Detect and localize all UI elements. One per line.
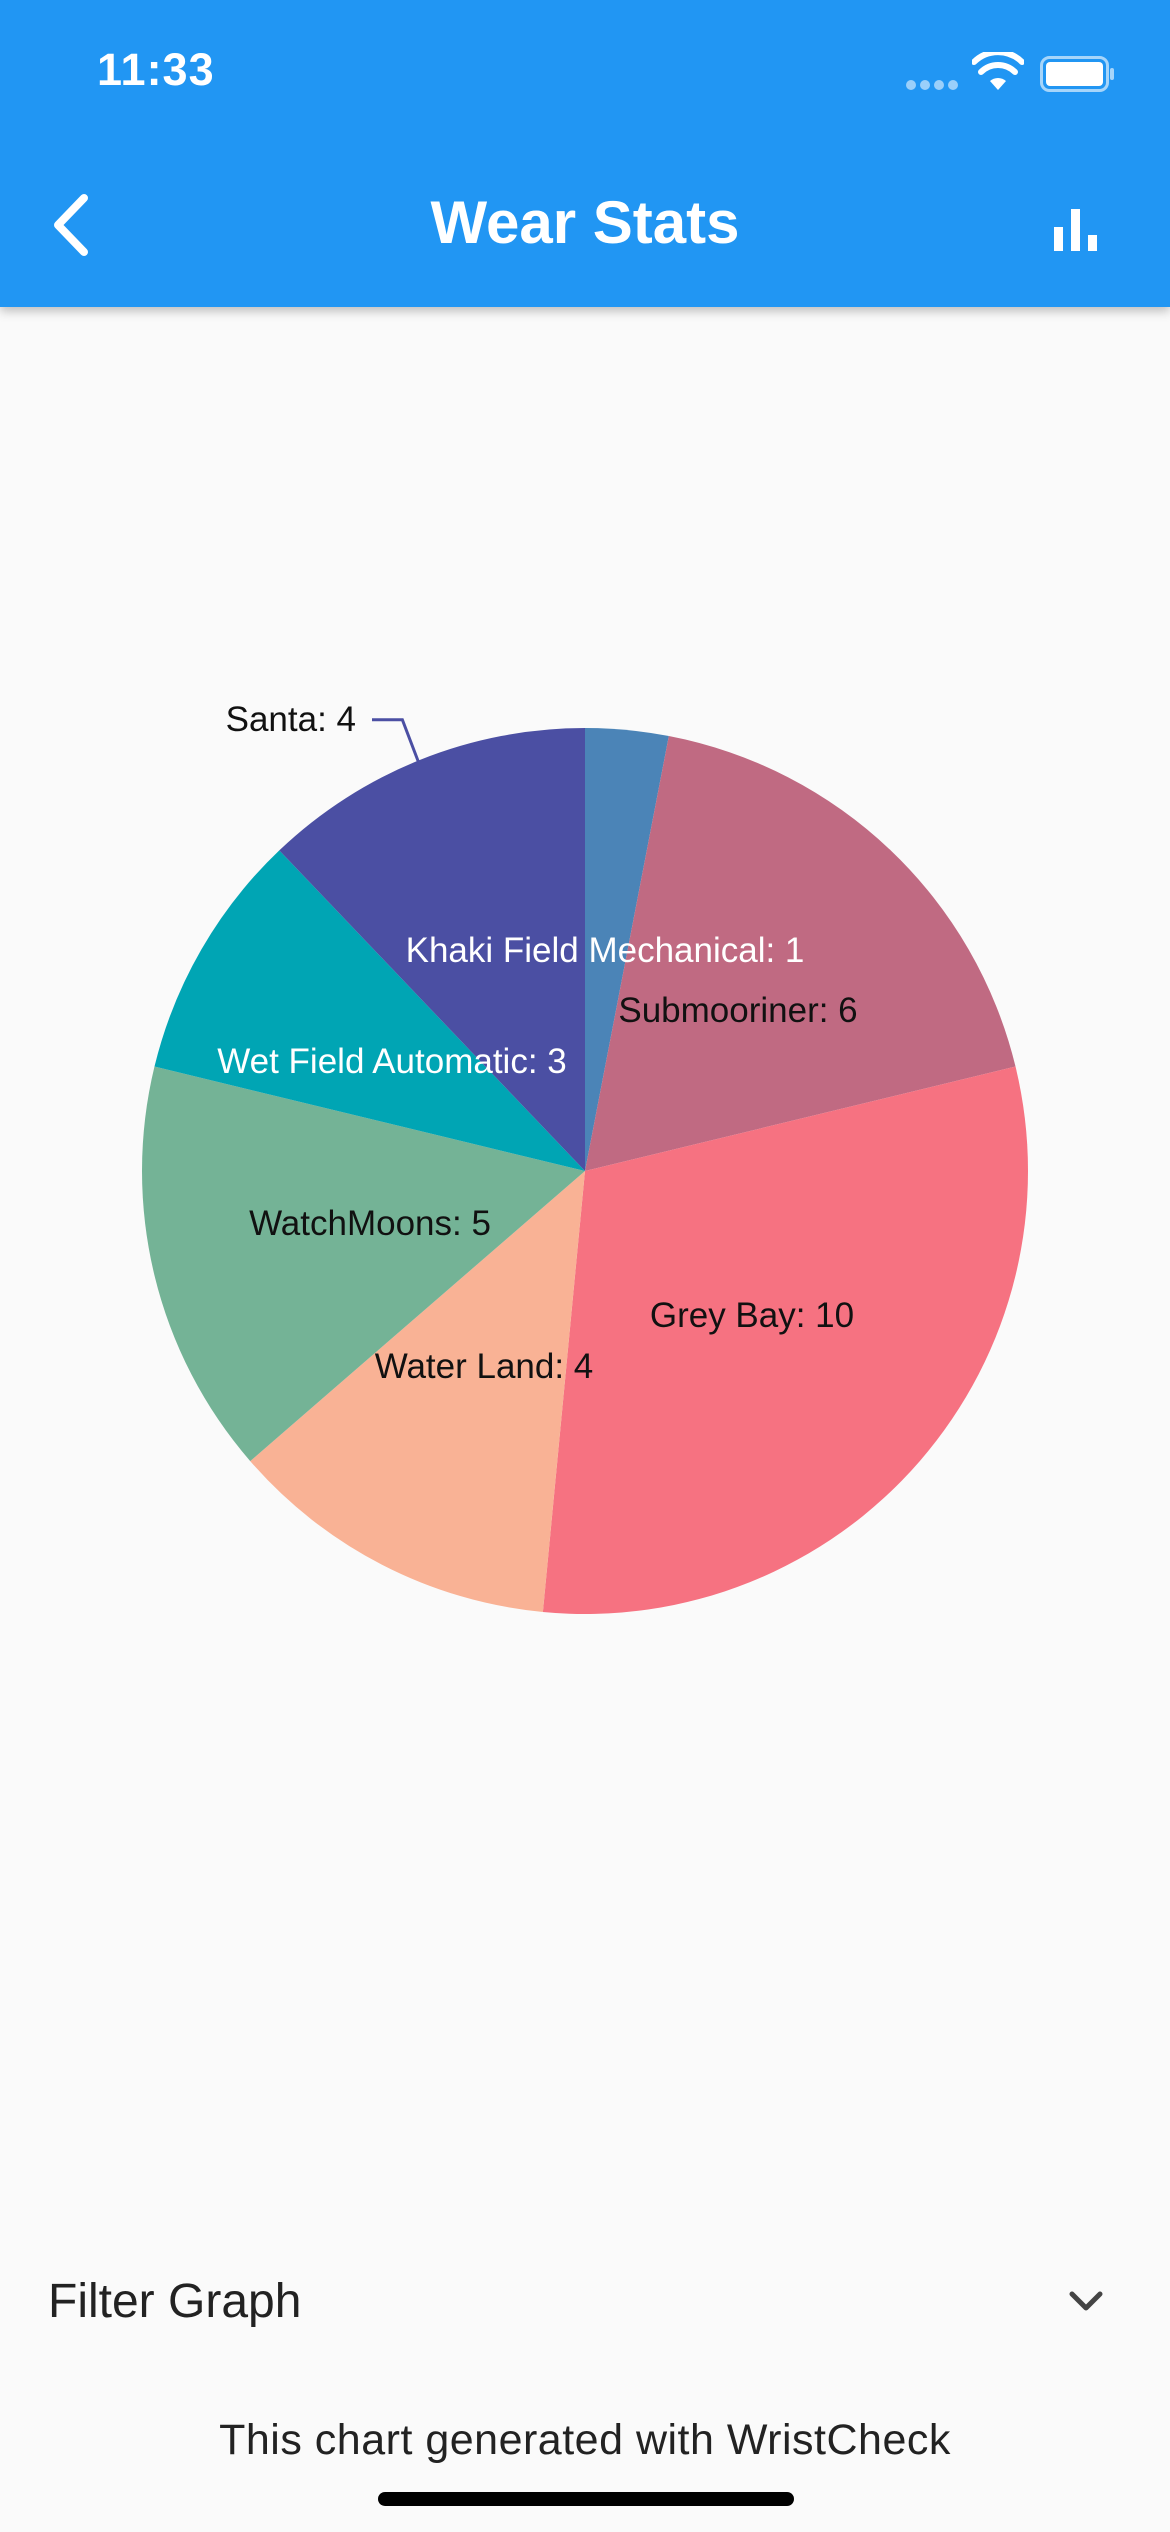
chart-area: Khaki Field Mechanical: 1 Submooriner: 6 G…: [0, 307, 1170, 2207]
chevron-down-icon: [1069, 2291, 1103, 2311]
label-connector-santa: [372, 718, 420, 763]
chart-view-button[interactable]: [1040, 195, 1110, 265]
page-title: Wear Stats: [430, 189, 740, 256]
home-indicator: [378, 2492, 794, 2506]
pie-label-submooriner: Submooriner: 6: [618, 991, 857, 1030]
pie-chart: Khaki Field Mechanical: 1 Submooriner: 6 G…: [142, 700, 1028, 1614]
pie-label-watchmoons: WatchMoons: 5: [249, 1204, 491, 1243]
pie-label-wet-field-automatic: Wet Field Automatic: 3: [217, 1042, 567, 1081]
filter-graph-toggle[interactable]: Filter Graph: [0, 2240, 1170, 2370]
footer-note: This chart generated with WristCheck: [219, 2416, 951, 2464]
wifi-icon: [972, 52, 1024, 90]
pie-label-khaki-field-mechanical: Khaki Field Mechanical: 1: [406, 931, 805, 970]
pie-label-santa: Santa: 4: [226, 700, 356, 739]
filter-graph-label: Filter Graph: [48, 2275, 302, 2328]
status-time: 11:33: [97, 44, 215, 95]
signal-dots-icon: [906, 80, 960, 90]
bar-chart-icon: [1054, 209, 1097, 251]
pie-label-grey-bay: Grey Bay: 10: [650, 1296, 854, 1335]
app-bar: 11:33 Wear Stats: [0, 0, 1170, 307]
battery-icon: [1040, 56, 1114, 92]
pie-label-water-land: Water Land: 4: [375, 1347, 594, 1386]
